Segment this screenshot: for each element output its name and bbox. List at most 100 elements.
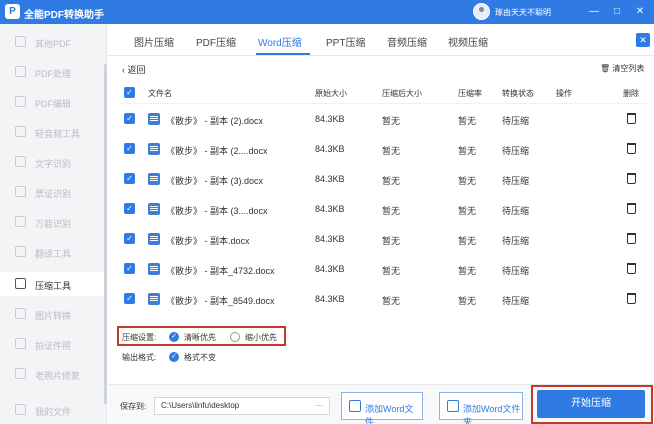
add-word-file-button[interactable]: 添加Word文件 — [341, 392, 423, 424]
user-name[interactable]: 琢由天天不聪明 — [495, 7, 551, 18]
close-button[interactable]: ✕ — [632, 4, 648, 20]
file-name: 《散步》 - 副本.docx — [166, 236, 250, 246]
sidebar-item-id-ocr[interactable]: 票证识别 — [0, 180, 104, 204]
ratio: 暂无 — [458, 116, 477, 126]
select-all-checkbox[interactable]: ✓ — [124, 87, 135, 98]
save-to-label: 保存到: — [120, 402, 147, 411]
orig-size: 84.3KB — [315, 114, 345, 124]
app-title: 全能PDF转换助手 — [24, 10, 104, 21]
sidebar-item-label: 文字识别 — [35, 159, 72, 169]
trash-icon[interactable] — [627, 143, 636, 154]
trash-icon[interactable] — [627, 293, 636, 304]
sidebar-item-label: 票证识别 — [35, 189, 72, 199]
sidebar-item-photo-restore[interactable]: 老照片修复 — [0, 362, 104, 386]
status: 待压缩 — [502, 296, 530, 306]
row-checkbox[interactable]: ✓ — [124, 173, 135, 184]
table-header: ✓ 文件名 原始大小 压缩后大小 压缩率 转换状态 操作 删除 — [118, 80, 648, 104]
sidebar-item-id-photo[interactable]: 拍证件照 — [0, 332, 104, 356]
header-delete: 删除 — [623, 89, 639, 98]
sidebar-item-label: 老照片修复 — [35, 371, 81, 381]
start-compress-button[interactable]: 开始压缩 — [537, 390, 645, 418]
ratio: 暂无 — [458, 296, 477, 306]
sidebar-item-audio-tools[interactable]: 轻音频工具 — [0, 120, 104, 144]
sidebar-item-label: 翻译工具 — [35, 249, 72, 259]
clear-list-button[interactable]: 🗑 清空列表 — [600, 63, 644, 74]
sidebar-item-compress-tools[interactable]: 压缩工具 — [0, 272, 104, 296]
folder-icon — [15, 404, 26, 415]
browse-button[interactable]: ··· — [315, 398, 323, 414]
compress-icon — [15, 278, 26, 289]
sidebar-item-translate[interactable]: 翻译工具 — [0, 240, 104, 264]
trash-icon[interactable] — [627, 173, 636, 184]
sidebar-item-pdf-edit[interactable]: PDF编辑 — [0, 90, 104, 114]
comp-size: 暂无 — [382, 206, 401, 216]
add-word-file-label: 添加Word文件 — [365, 404, 414, 424]
row-checkbox[interactable]: ✓ — [124, 263, 135, 274]
tab-word-compress[interactable]: Word压缩 — [258, 34, 302, 49]
row-checkbox[interactable]: ✓ — [124, 203, 135, 214]
back-button[interactable]: ‹ 返回 — [122, 63, 146, 76]
row-checkbox[interactable]: ✓ — [124, 113, 135, 124]
row-checkbox[interactable]: ✓ — [124, 293, 135, 304]
add-word-folder-button[interactable]: 添加Word文件夹 — [439, 392, 523, 424]
keep-format-label[interactable]: 格式不变 — [184, 352, 216, 363]
add-file-icon — [349, 400, 361, 412]
radio-small-first[interactable] — [230, 332, 240, 342]
comp-size: 暂无 — [382, 296, 401, 306]
save-path-value: C:\Users\linfu\desktop — [161, 401, 240, 410]
header-ratio: 压缩率 — [458, 89, 482, 98]
row-checkbox[interactable]: ✓ — [124, 143, 135, 154]
orig-size: 84.3KB — [315, 234, 345, 244]
table-row: ✓ 《散步》 - 副本 (3....docx 84.3KB 暂无 暂无 待压缩 — [118, 194, 648, 224]
output-format-label: 输出格式: — [122, 353, 157, 362]
orig-size: 84.3KB — [315, 264, 345, 274]
clear-first-label[interactable]: 清晰优先 — [184, 332, 216, 343]
compress-settings-label: 压缩设置: — [122, 333, 157, 342]
table-row: ✓ 《散步》 - 副本.docx 84.3KB 暂无 暂无 待压缩 — [118, 224, 648, 254]
maximize-button[interactable]: □ — [609, 4, 625, 20]
tab-ppt-compress[interactable]: PPT压缩 — [326, 34, 365, 49]
pdf-edit-icon — [15, 96, 26, 107]
sidebar-item-label: 其他PDF — [35, 39, 72, 49]
sidebar-item-label: 万能识别 — [35, 219, 72, 229]
trash-icon[interactable] — [627, 113, 636, 124]
sidebar-scrollbar[interactable] — [104, 64, 107, 404]
sidebar-item-my-files[interactable]: 我的文件 — [0, 398, 104, 422]
sidebar-item-other-pdf[interactable]: 其他PDF — [0, 30, 104, 54]
sidebar-item-text-ocr[interactable]: 文字识别 — [0, 150, 104, 174]
radio-keep-format[interactable]: ✓ — [169, 352, 179, 362]
tab-video-compress[interactable]: 视频压缩 — [448, 34, 488, 49]
trash-icon[interactable] — [627, 233, 636, 244]
status: 待压缩 — [502, 176, 530, 186]
word-file-icon — [148, 233, 160, 245]
tab-audio-compress[interactable]: 音频压缩 — [387, 34, 427, 49]
panel-toggle-icon[interactable]: ✕ — [636, 33, 650, 47]
comp-size: 暂无 — [382, 266, 401, 276]
sidebar-item-pdf-process[interactable]: PDF处理 — [0, 60, 104, 84]
orig-size: 84.3KB — [315, 174, 345, 184]
active-tab-indicator — [256, 53, 310, 55]
comp-size: 暂无 — [382, 116, 401, 126]
ratio: 暂无 — [458, 206, 477, 216]
save-path-input[interactable]: C:\Users\linfu\desktop ··· — [154, 397, 330, 415]
row-checkbox[interactable]: ✓ — [124, 233, 135, 244]
tab-pdf-compress[interactable]: PDF压缩 — [196, 34, 236, 49]
sidebar-item-label: 图片转换 — [35, 311, 72, 321]
sidebar-item-image-convert[interactable]: 图片转换 — [0, 302, 104, 326]
trash-icon[interactable] — [627, 263, 636, 274]
ratio: 暂无 — [458, 176, 477, 186]
small-first-label[interactable]: 缩小优先 — [245, 332, 277, 343]
table-row: ✓ 《散步》 - 副本 (2....docx 84.3KB 暂无 暂无 待压缩 — [118, 134, 648, 164]
sidebar-item-universal-ocr[interactable]: 万能识别 — [0, 210, 104, 234]
sidebar-item-label: 拍证件照 — [35, 341, 72, 351]
tab-image-compress[interactable]: 图片压缩 — [134, 34, 174, 49]
sidebar-item-label: 我的文件 — [35, 407, 72, 417]
radio-clear-first[interactable]: ✓ — [169, 332, 179, 342]
minimize-button[interactable]: — — [586, 4, 602, 20]
user-avatar[interactable] — [473, 3, 490, 20]
word-file-icon — [148, 173, 160, 185]
trash-icon[interactable] — [627, 203, 636, 214]
header-comp-size: 压缩后大小 — [382, 89, 422, 98]
pdf-process-icon — [15, 66, 26, 77]
scan-icon — [15, 216, 26, 227]
